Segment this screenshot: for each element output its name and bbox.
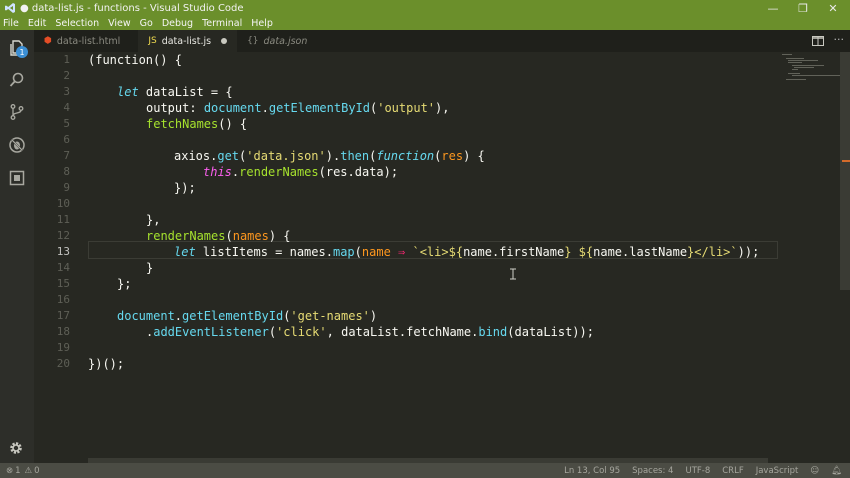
search-icon xyxy=(9,72,24,87)
minimize-button[interactable]: — xyxy=(758,0,788,16)
line-number: 16 xyxy=(56,293,70,306)
warning-count: 0 xyxy=(34,465,40,476)
line-number: 2 xyxy=(63,69,70,82)
menu-terminal[interactable]: Terminal xyxy=(202,18,242,29)
split-editor-icon xyxy=(812,36,824,46)
menu-debug[interactable]: Debug xyxy=(162,18,193,29)
code-line-12: renderNames(names) { xyxy=(146,229,291,243)
code-line-15: }; xyxy=(117,277,132,291)
source-control-icon xyxy=(10,104,24,120)
code-line-18: .addEventListener('click', dataList.fetc… xyxy=(146,325,594,339)
line-number: 20 xyxy=(56,357,70,370)
line-number: 15 xyxy=(56,277,70,290)
warning-icon: ⚠ xyxy=(24,465,33,476)
encoding[interactable]: UTF-8 xyxy=(685,466,710,476)
code-line-7: axios.get('data.json').then(function(res… xyxy=(174,149,485,163)
search-button[interactable] xyxy=(0,64,34,96)
feedback-icon[interactable]: ☺ xyxy=(810,466,819,476)
code-line-3: let dataList = { xyxy=(117,85,233,99)
split-editor-button[interactable] xyxy=(812,35,824,47)
extensions-icon xyxy=(9,170,25,186)
line-number: 4 xyxy=(63,101,70,114)
code-line-5: fetchNames() { xyxy=(146,117,248,131)
editor-tab-bar: ⬢ data-list.html JS data-list.js {} data… xyxy=(34,30,850,52)
text-cursor-icon xyxy=(510,268,516,280)
menu-bar: File Edit Selection View Go Debug Termin… xyxy=(0,16,850,30)
problems-indicator[interactable]: ⊗ 1 ⚠ 0 xyxy=(6,463,40,478)
tab-data-list-js[interactable]: JS data-list.js xyxy=(138,30,238,52)
code-line-1: (function() { xyxy=(88,53,182,67)
tab-label: data-list.html xyxy=(56,35,121,47)
json-icon: {} xyxy=(247,36,259,46)
minimap[interactable] xyxy=(778,52,842,82)
gear-icon xyxy=(10,442,22,454)
tab-label: data.json xyxy=(263,35,308,47)
indentation[interactable]: Spaces: 4 xyxy=(632,466,673,476)
js-icon: JS xyxy=(148,36,157,46)
code-line-9: }); xyxy=(174,181,196,195)
line-number: 3 xyxy=(63,85,70,98)
explorer-button[interactable]: 1 xyxy=(0,32,34,64)
close-button[interactable]: ✕ xyxy=(818,0,848,16)
debug-button[interactable] xyxy=(0,129,34,161)
line-number: 18 xyxy=(56,325,70,338)
html5-icon: ⬢ xyxy=(44,36,52,46)
vertical-scrollbar[interactable] xyxy=(840,52,850,290)
menu-go[interactable]: Go xyxy=(140,18,153,29)
code-line-11: }, xyxy=(146,213,161,227)
extensions-button[interactable] xyxy=(0,162,34,194)
language-mode[interactable]: JavaScript xyxy=(756,466,799,476)
cursor-position[interactable]: Ln 13, Col 95 xyxy=(564,466,620,476)
status-bar: ⊗ 1 ⚠ 0 Ln 13, Col 95 Spaces: 4 UTF-8 CR… xyxy=(0,463,850,478)
tab-label: data-list.js xyxy=(161,35,212,47)
menu-edit[interactable]: Edit xyxy=(28,18,46,29)
line-number: 19 xyxy=(56,341,70,354)
menu-help[interactable]: Help xyxy=(251,18,273,29)
code-line-17: document.getElementById('get-names') xyxy=(117,309,378,323)
line-number: 11 xyxy=(56,213,70,226)
settings-button[interactable] xyxy=(8,440,24,456)
line-number: 6 xyxy=(63,133,70,146)
line-number: 7 xyxy=(63,149,70,162)
menu-selection[interactable]: Selection xyxy=(55,18,99,29)
line-number: 14 xyxy=(56,261,70,274)
unsaved-dot-icon[interactable] xyxy=(221,38,228,44)
no-bug-icon xyxy=(9,137,25,153)
tab-data-list-html[interactable]: ⬢ data-list.html xyxy=(34,30,130,52)
more-actions-button[interactable]: ··· xyxy=(834,33,845,46)
tab-data-json[interactable]: {} data.json xyxy=(237,30,317,52)
line-number-current: 13 xyxy=(56,245,70,258)
line-number: 10 xyxy=(56,197,70,210)
line-number: 1 xyxy=(63,53,70,66)
code-line-14: } xyxy=(146,261,154,275)
line-ending[interactable]: CRLF xyxy=(722,466,743,476)
vscode-logo-icon xyxy=(3,1,17,15)
code-line-13: let listItems = names.map(name ⇒ `<li>${… xyxy=(174,245,760,259)
title-bar: ● data-list.js - functions - Visual Stud… xyxy=(0,0,850,16)
error-count: 1 xyxy=(15,465,21,476)
activity-bar: 1 xyxy=(0,30,34,463)
code-line-8: this.renderNames(res.data); xyxy=(203,165,399,179)
menu-file[interactable]: File xyxy=(3,18,19,29)
notifications-bell-icon[interactable]: 🔔︎ xyxy=(831,466,842,476)
code-line-20: })(); xyxy=(88,357,125,371)
line-number: 17 xyxy=(56,309,70,322)
line-number: 9 xyxy=(63,181,70,194)
menu-view[interactable]: View xyxy=(108,18,131,29)
source-control-button[interactable] xyxy=(0,96,34,128)
code-editor[interactable]: 1 2 3 4 5 6 7 8 9 10 11 12 13 14 15 16 1… xyxy=(34,52,840,461)
line-number: 5 xyxy=(63,117,70,130)
error-icon: ⊗ xyxy=(6,465,14,476)
explorer-badge: 1 xyxy=(16,46,28,58)
modified-line-marker xyxy=(842,160,850,162)
maximize-button[interactable]: ❐ xyxy=(788,0,818,16)
line-number: 12 xyxy=(56,229,70,242)
line-number: 8 xyxy=(63,165,70,178)
window-title: ● data-list.js - functions - Visual Stud… xyxy=(20,2,244,14)
code-line-4: output: document.getElementById('output'… xyxy=(146,101,450,115)
